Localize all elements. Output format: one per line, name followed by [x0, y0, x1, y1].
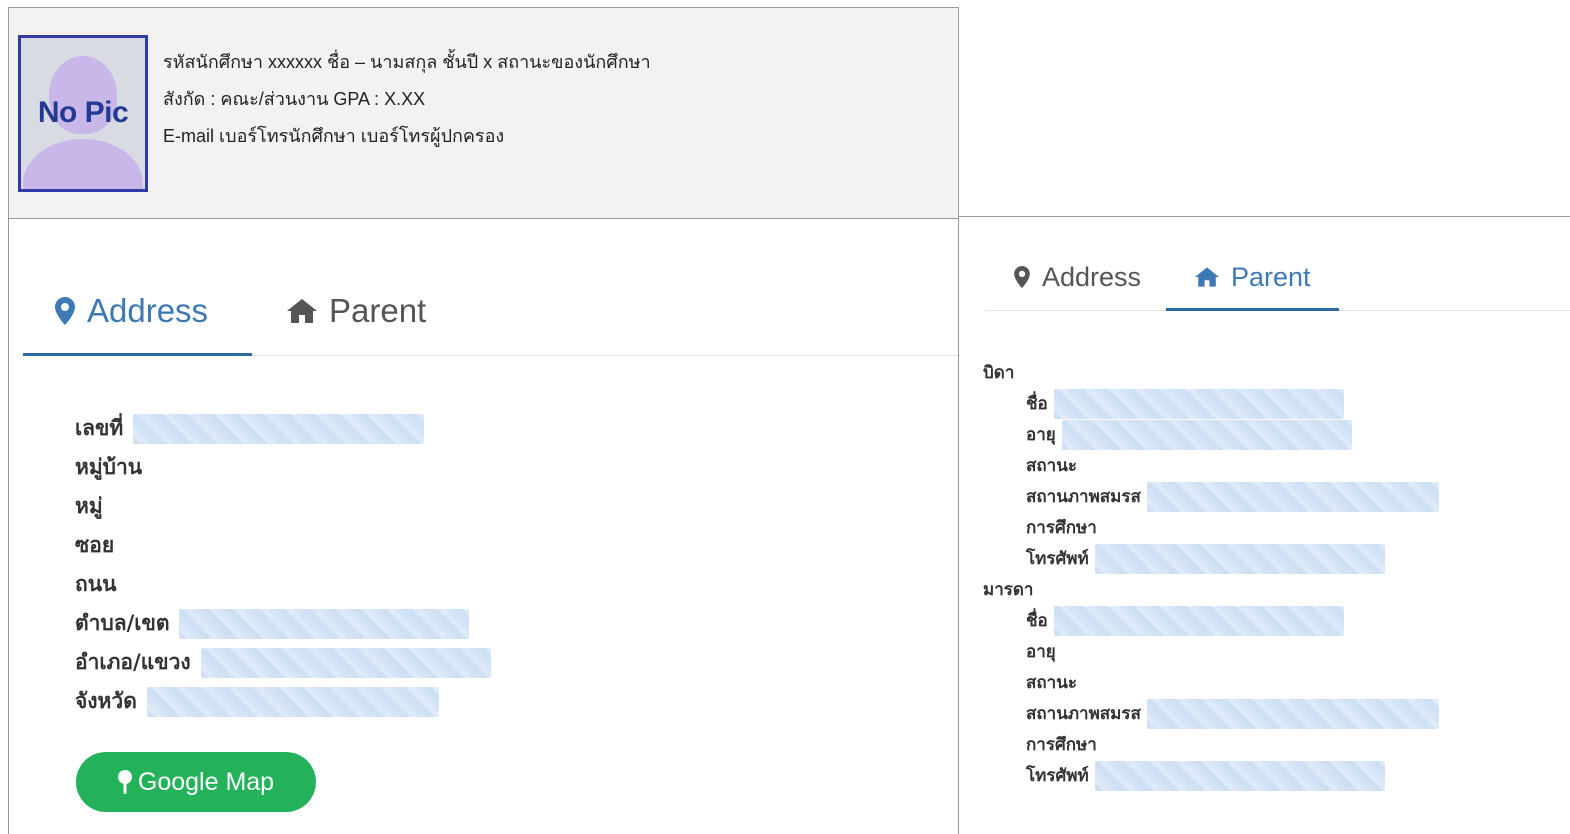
- field-label: ชื่อ: [1026, 611, 1048, 631]
- tab-parent[interactable]: Parent: [287, 287, 426, 335]
- student-profile-card: No Pic รหัสนักศึกษา xxxxxx ชื่อ – นามสกุ…: [8, 7, 959, 219]
- tab-address[interactable]: Address: [55, 287, 287, 335]
- mother-field-phone: โทรศัพท์: [983, 760, 1439, 791]
- field-label: ตำบล/เขต: [75, 611, 170, 635]
- address-field-subdistrict: ตำบล/เขต: [75, 604, 491, 643]
- field-label: ถนน: [75, 572, 117, 596]
- field-label: การศึกษา: [1026, 735, 1097, 755]
- tab-address-label: Address: [87, 292, 209, 329]
- field-label: สถานะ: [1026, 673, 1077, 693]
- student-id-name-line: รหัสนักศึกษา xxxxxx ชื่อ – นามสกุล ชั้นป…: [163, 52, 651, 72]
- parent-fields: บิดา ชื่อ อายุ สถานะ สถานภาพสมรส การศึกษ…: [983, 357, 1439, 791]
- address-field-soi: ซอย: [75, 526, 491, 565]
- student-info: รหัสนักศึกษา xxxxxx ชื่อ – นามสกุล ชั้นป…: [163, 51, 651, 162]
- parent-panel: Address Parent บิดา ชื่อ อายุ สถานะ สถาน…: [958, 216, 1570, 834]
- avatar-placeholder-text: No Pic: [37, 96, 129, 129]
- google-map-button[interactable]: Google Map: [76, 752, 316, 812]
- redacted-value: [1061, 419, 1352, 450]
- map-marker-icon: [1014, 266, 1030, 288]
- father-field-phone: โทรศัพท์: [983, 543, 1439, 574]
- field-label: อายุ: [1026, 425, 1056, 445]
- address-field-road: ถนน: [75, 565, 491, 604]
- parent-panel-tabs: Address Parent: [1014, 257, 1311, 297]
- field-label: เลขที่: [75, 416, 124, 440]
- redacted-value: [200, 647, 491, 678]
- field-label: ซอย: [75, 533, 115, 557]
- father-field-status: สถานะ: [983, 450, 1439, 481]
- mother-field-marital-status: สถานภาพสมรส: [983, 698, 1439, 729]
- address-field-district: อำเภอ/แขวง: [75, 643, 491, 682]
- field-label: สถานะ: [1026, 456, 1077, 476]
- faculty-gpa-line: สังกัด : คณะ/ส่วนงาน GPA : X.XX: [163, 89, 426, 109]
- mother-field-status: สถานะ: [983, 667, 1439, 698]
- redacted-value: [1053, 605, 1344, 636]
- contact-line: E-mail เบอร์โทรนักศึกษา เบอร์โทรผู้ปกครอ…: [163, 126, 505, 146]
- avatar-silhouette-shoulders: [23, 139, 143, 189]
- father-field-age: อายุ: [983, 419, 1439, 450]
- field-label: โทรศัพท์: [1026, 766, 1089, 786]
- address-field-village: หมู่บ้าน: [75, 448, 491, 487]
- father-field-name: ชื่อ: [983, 388, 1439, 419]
- student-profile-screen: No Pic รหัสนักศึกษา xxxxxx ชื่อ – นามสกุ…: [0, 0, 1570, 834]
- redacted-value: [133, 413, 425, 444]
- mother-section-title: มารดา: [983, 580, 1034, 600]
- field-label: โทรศัพท์: [1026, 549, 1089, 569]
- field-label: จังหวัด: [75, 689, 137, 713]
- active-tab-indicator: [23, 353, 252, 356]
- home-icon: [287, 299, 317, 323]
- mother-field-name: ชื่อ: [983, 605, 1439, 636]
- tab-parent-label: Parent: [329, 292, 427, 329]
- tab-address-label: Address: [1042, 261, 1142, 292]
- avatar: No Pic: [18, 35, 148, 192]
- address-field-moo: หมู่: [75, 487, 491, 526]
- father-field-education: การศึกษา: [983, 512, 1439, 543]
- map-marker-icon: [55, 297, 75, 325]
- address-fields: เลขที่ หมู่บ้าน หมู่ ซอย ถนน ตำบล/เขต อำ…: [75, 409, 491, 721]
- field-label: หมู่บ้าน: [75, 455, 143, 479]
- address-panel: Address Parent เลขที่ หมู่บ้าน หมู่ ซอย …: [8, 218, 960, 834]
- map-pin-icon: [117, 770, 132, 794]
- tab-address[interactable]: Address: [1014, 257, 1195, 297]
- redacted-value: [1146, 698, 1439, 729]
- mother-field-education: การศึกษา: [983, 729, 1439, 760]
- active-tab-indicator: [1166, 308, 1339, 311]
- tab-parent-label: Parent: [1231, 261, 1311, 292]
- field-label: การศึกษา: [1026, 518, 1097, 538]
- father-section-title: บิดา: [983, 363, 1015, 383]
- field-label: อำเภอ/แขวง: [75, 650, 191, 674]
- field-label: หมู่: [75, 494, 103, 518]
- field-label: สถานภาพสมรส: [1026, 704, 1141, 724]
- redacted-value: [146, 686, 439, 717]
- address-panel-tabs: Address Parent: [55, 287, 426, 335]
- redacted-value: [179, 608, 470, 639]
- redacted-value: [1094, 543, 1385, 574]
- home-icon: [1195, 267, 1219, 287]
- google-map-button-label: Google Map: [137, 767, 275, 796]
- redacted-value: [1053, 388, 1344, 419]
- mother-field-age: อายุ: [983, 636, 1439, 667]
- field-label: สถานภาพสมรส: [1026, 487, 1141, 507]
- address-field-province: จังหวัด: [75, 682, 491, 721]
- tab-parent[interactable]: Parent: [1195, 257, 1311, 297]
- address-field-house-no: เลขที่: [75, 409, 491, 448]
- field-label: อายุ: [1026, 642, 1056, 662]
- redacted-value: [1094, 760, 1385, 791]
- father-field-marital-status: สถานภาพสมรส: [983, 481, 1439, 512]
- field-label: ชื่อ: [1026, 394, 1048, 414]
- redacted-value: [1146, 481, 1439, 512]
